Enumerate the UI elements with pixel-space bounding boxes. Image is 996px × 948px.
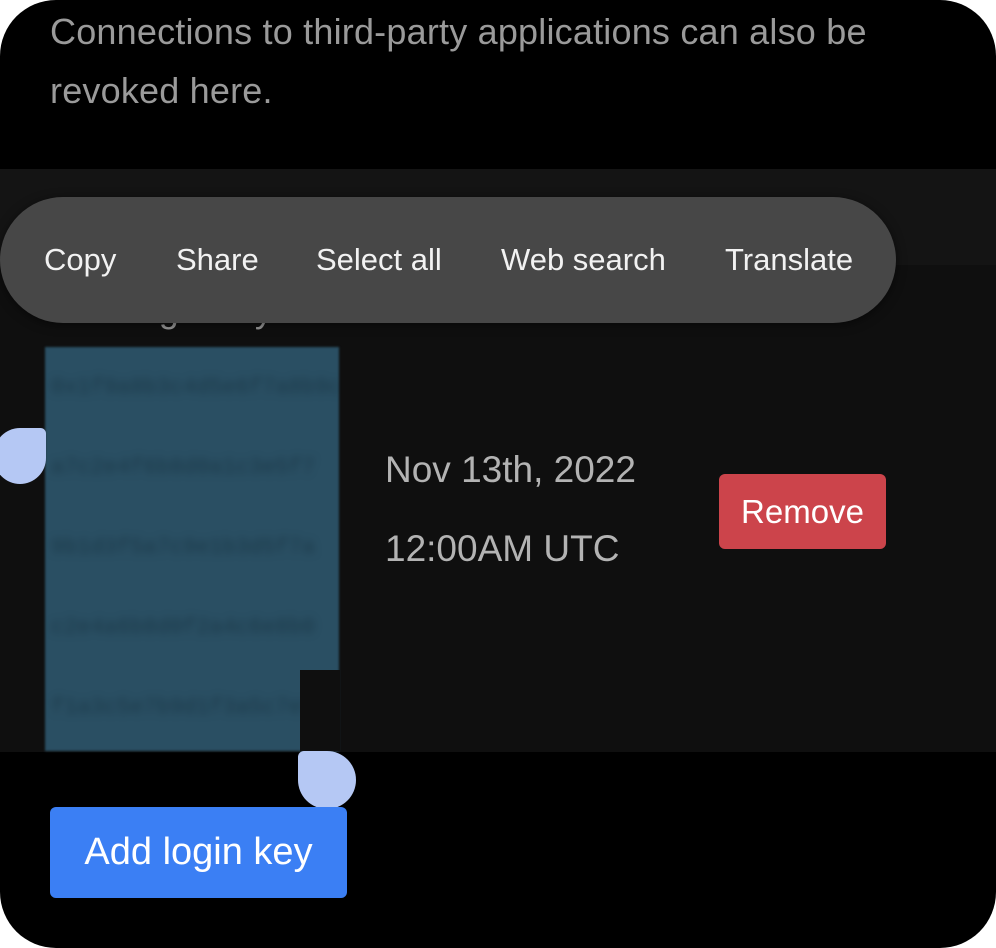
menu-item-translate[interactable]: Translate xyxy=(725,197,853,323)
key-line: a7c2e4f6b8d0a1c3e5f7 xyxy=(51,455,316,480)
clipped-heading: Your login keys xyxy=(0,322,996,332)
intro-text: Connections to third-party applications … xyxy=(50,11,867,111)
login-key-selected-text[interactable]: 0x1f9a8b3c4d5e6f7a8b9c a7c2e4f6b8d0a1c3e… xyxy=(45,347,339,751)
key-created-date: Nov 13th, 2022 xyxy=(385,449,636,490)
remove-key-button[interactable]: Remove xyxy=(719,474,886,549)
add-login-key-button[interactable]: Add login key xyxy=(50,807,347,898)
clipped-heading-text: Your login keys xyxy=(48,322,291,330)
selection-end-handle[interactable] xyxy=(298,751,356,809)
key-line: 9b1d3f5a7c9e1b3d5f7a xyxy=(51,535,316,560)
menu-item-share[interactable]: Share xyxy=(176,197,259,323)
key-line: f1a3c5e7b9d1f3a5c7e9 xyxy=(51,695,316,720)
selection-end-gap xyxy=(300,670,340,751)
key-line: c2e4a6b8d0f2a4c6e8b0 xyxy=(51,615,316,640)
menu-item-copy[interactable]: Copy xyxy=(44,197,116,323)
key-created-time: 12:00AM UTC xyxy=(385,528,620,569)
app-screen: Connections to third-party applications … xyxy=(0,0,996,948)
selection-start-handle[interactable] xyxy=(0,428,46,484)
text-selection-menu: Copy Share Select all Web search Transla… xyxy=(0,197,896,323)
menu-item-web-search[interactable]: Web search xyxy=(501,197,666,323)
key-line: 0x1f9a8b3c4d5e6f7a8b9c xyxy=(51,375,339,400)
menu-item-select-all[interactable]: Select all xyxy=(316,197,442,323)
